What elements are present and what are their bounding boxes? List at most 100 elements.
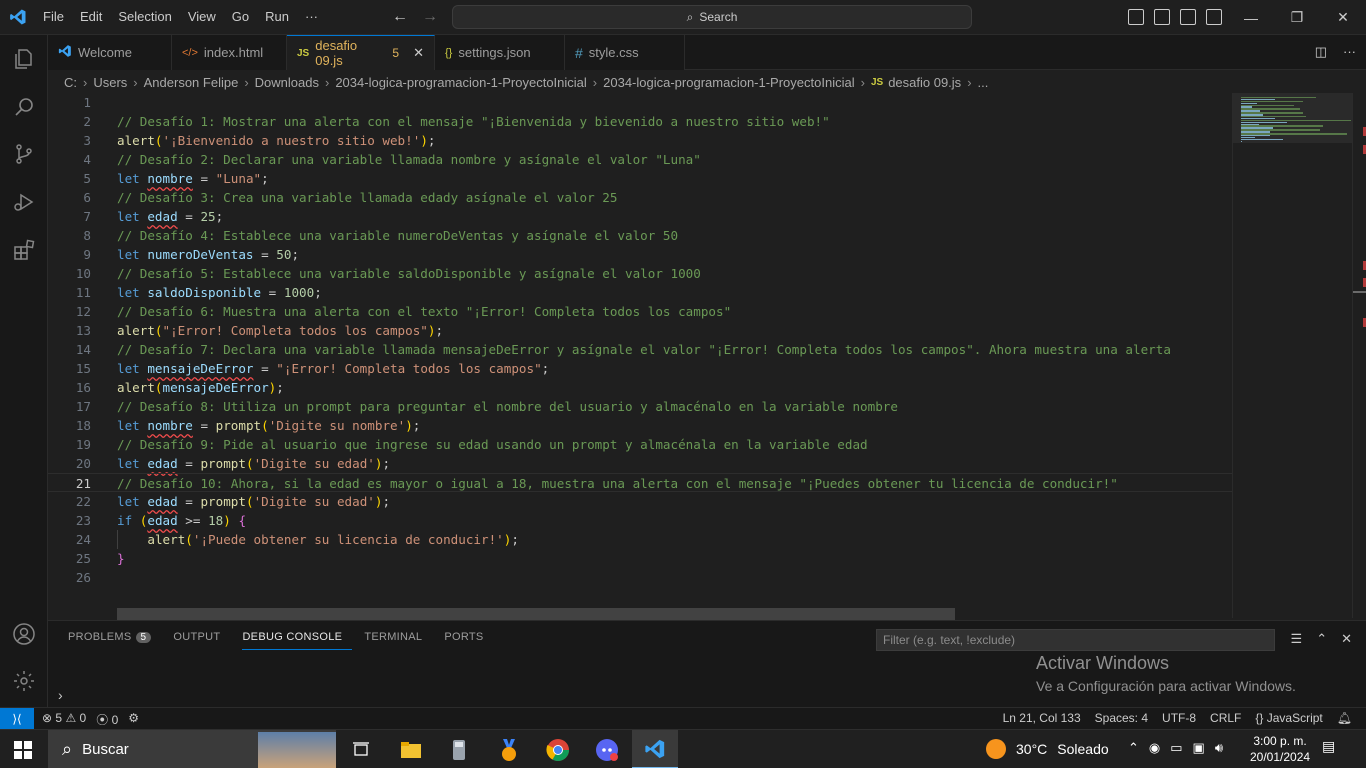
code-line[interactable]: 12 // Desafío 6: Muestra una alerta con e…	[48, 302, 1232, 321]
code-line[interactable]: 19 // Desafío 9: Pide al usuario que ingr…	[48, 435, 1232, 454]
tab-welcome[interactable]: Welcome	[48, 35, 172, 70]
breadcrumb-symbol[interactable]: ...	[978, 75, 989, 90]
encoding[interactable]: UTF-8	[1162, 711, 1196, 725]
breadcrumb-item[interactable]: Users	[93, 75, 127, 90]
weather-widget[interactable]: 30°C Soleado	[986, 739, 1109, 759]
code-line[interactable]: 15 let mensajeDeError = "¡Error! Completa…	[48, 359, 1232, 378]
customize-layout-icon[interactable]	[1206, 9, 1222, 25]
code-line[interactable]: 13 alert("¡Error! Completa todos los camp…	[48, 321, 1232, 340]
menu-selection[interactable]: Selection	[110, 5, 179, 29]
extensions-icon[interactable]	[12, 238, 36, 262]
code-line[interactable]: 8 // Desafío 4: Establece una variable nu…	[48, 226, 1232, 245]
problems-status[interactable]: ⊗ 5 ⚠ 0	[42, 711, 86, 728]
menu-run[interactable]: Run	[257, 5, 297, 29]
code-line[interactable]: 4 // Desafío 2: Declarar una variable lla…	[48, 150, 1232, 169]
tab-problems[interactable]: PROBLEMS 5	[68, 631, 161, 650]
code-line[interactable]: 7 let edad = 25;	[48, 207, 1232, 226]
windows-start-icon[interactable]	[14, 741, 32, 759]
horizontal-scrollbar[interactable]	[117, 608, 955, 620]
debug-icon[interactable]: ⚙	[128, 711, 139, 728]
explorer-icon[interactable]	[12, 47, 36, 71]
code-line[interactable]: 9 let numeroDeVentas = 50;	[48, 245, 1232, 264]
menu-more[interactable]: ···	[297, 5, 326, 29]
camera-icon[interactable]: ◉	[1149, 740, 1160, 756]
account-icon[interactable]	[12, 622, 36, 646]
discord-app-icon[interactable]	[584, 730, 630, 768]
show-hidden-icons-icon[interactable]: ⌃	[1128, 740, 1139, 756]
taskbar-clock[interactable]: 3:00 p. m. 20/01/2024	[1250, 733, 1310, 765]
menu-file[interactable]: File	[35, 5, 72, 29]
menu-view[interactable]: View	[180, 5, 224, 29]
search-view-icon[interactable]	[12, 95, 36, 119]
run-debug-icon[interactable]	[12, 190, 36, 214]
language-mode[interactable]: {} JavaScript	[1255, 711, 1322, 725]
toggle-primary-sidebar-icon[interactable]	[1128, 9, 1144, 25]
code-line[interactable]: 11 let saldoDisponible = 1000;	[48, 283, 1232, 302]
forward-arrow-icon[interactable]: →	[422, 8, 438, 26]
battery-icon[interactable]: ▭	[1170, 740, 1182, 756]
minimap[interactable]	[1232, 93, 1353, 618]
chrome-icon[interactable]	[535, 730, 581, 768]
code-line[interactable]: 10 // Desafío 5: Establece una variable s…	[48, 264, 1232, 283]
tab-output[interactable]: OUTPUT	[173, 631, 230, 650]
code-line[interactable]: 24 alert('¡Puede obtener su licencia de …	[48, 530, 1232, 549]
file-explorer-icon[interactable]	[388, 730, 434, 768]
clear-console-icon[interactable]: ☰	[1291, 631, 1303, 647]
notifications-bell-icon[interactable]: 🔔︎	[1337, 711, 1352, 725]
menu-go[interactable]: Go	[224, 5, 257, 29]
code-line[interactable]: 2 // Desafío 1: Mostrar una alerta con el…	[48, 112, 1232, 131]
cursor-position[interactable]: Ln 21, Col 133	[1003, 711, 1081, 725]
vertical-scrollbar[interactable]	[1352, 93, 1366, 618]
breadcrumb-item[interactable]: Anderson Felipe	[144, 75, 239, 90]
task-view-icon[interactable]	[338, 730, 384, 768]
taskbar-search[interactable]: ⌕ Buscar	[48, 730, 336, 768]
notification-center-icon[interactable]: ▤	[1322, 738, 1342, 758]
end-of-line[interactable]: CRLF	[1210, 711, 1241, 725]
console-prompt-icon[interactable]: ›	[58, 687, 63, 703]
code-line[interactable]: 17 // Desafío 8: Utiliza un prompt para p…	[48, 397, 1232, 416]
minimize-button[interactable]: —	[1228, 0, 1274, 35]
tab-index-html[interactable]: </> index.html	[172, 35, 287, 70]
tab-debug-console[interactable]: DEBUG CONSOLE	[242, 631, 353, 650]
indentation[interactable]: Spaces: 4	[1095, 711, 1148, 725]
breadcrumb-item[interactable]: 2034-logica-programacion-1-ProyectoInici…	[335, 75, 586, 90]
tab-settings-json[interactable]: {} settings.json	[435, 35, 565, 70]
tab-terminal[interactable]: TERMINAL	[364, 631, 432, 650]
network-icon[interactable]: ▣	[1193, 740, 1205, 756]
toggle-panel-icon[interactable]	[1154, 9, 1170, 25]
restore-button[interactable]: ❐	[1274, 0, 1320, 35]
code-line[interactable]: 1	[48, 93, 1232, 112]
manage-gear-icon[interactable]	[12, 669, 36, 693]
tab-desafio-09-js[interactable]: JS desafio 09.js 5 ✕	[287, 35, 435, 70]
code-line[interactable]: 5 let nombre = "Luna";	[48, 169, 1232, 188]
vscode-taskbar-icon[interactable]	[632, 730, 678, 768]
breadcrumb-item[interactable]: Downloads	[255, 75, 319, 90]
back-arrow-icon[interactable]: ←	[392, 8, 408, 26]
volume-icon[interactable]: 🔊︎	[1215, 740, 1223, 756]
toggle-secondary-sidebar-icon[interactable]	[1180, 9, 1196, 25]
close-tab-icon[interactable]: ✕	[413, 45, 424, 61]
code-line[interactable]: 20 let edad = prompt('Digite su edad');	[48, 454, 1232, 473]
menu-edit[interactable]: Edit	[72, 5, 110, 29]
code-line[interactable]: 18 let nombre = prompt('Digite su nombre'…	[48, 416, 1232, 435]
code-editor[interactable]: 1 2// Desafío 1: Mostrar una alerta con e…	[48, 93, 1232, 618]
split-editor-icon[interactable]: ◫	[1315, 44, 1327, 60]
code-line[interactable]: 14 // Desafío 7: Declara una variable lla…	[48, 340, 1232, 359]
code-line[interactable]: 25}	[48, 549, 1232, 568]
code-line[interactable]: 22 let edad = prompt('Digite su edad');	[48, 492, 1232, 511]
breadcrumb-item[interactable]: 2034-logica-programacion-1-ProyectoInici…	[603, 75, 854, 90]
close-panel-icon[interactable]: ✕	[1341, 631, 1352, 647]
code-line[interactable]: 6 // Desafío 3: Crea una variable llamada…	[48, 188, 1232, 207]
breadcrumb-file[interactable]: desafio 09.js	[888, 75, 961, 90]
code-line[interactable]: 21 // Desafío 10: Ahora, si la edad es ma…	[48, 473, 1232, 492]
source-control-icon[interactable]	[12, 142, 36, 166]
close-window-button[interactable]: ✕	[1320, 0, 1366, 35]
code-line[interactable]: 26	[48, 568, 1232, 587]
calculator-app-icon[interactable]	[436, 730, 482, 768]
medal-app-icon[interactable]	[486, 730, 532, 768]
tab-ports[interactable]: PORTS	[444, 631, 493, 650]
debug-console-filter-input[interactable]: Filter (e.g. text, !exclude)	[876, 629, 1275, 651]
tab-style-css[interactable]: # style.css	[565, 35, 685, 70]
code-line[interactable]: 3 alert('¡Bienvenido a nuestro sitio web!…	[48, 131, 1232, 150]
remote-indicator-icon[interactable]: ⟩⟨	[0, 708, 34, 729]
